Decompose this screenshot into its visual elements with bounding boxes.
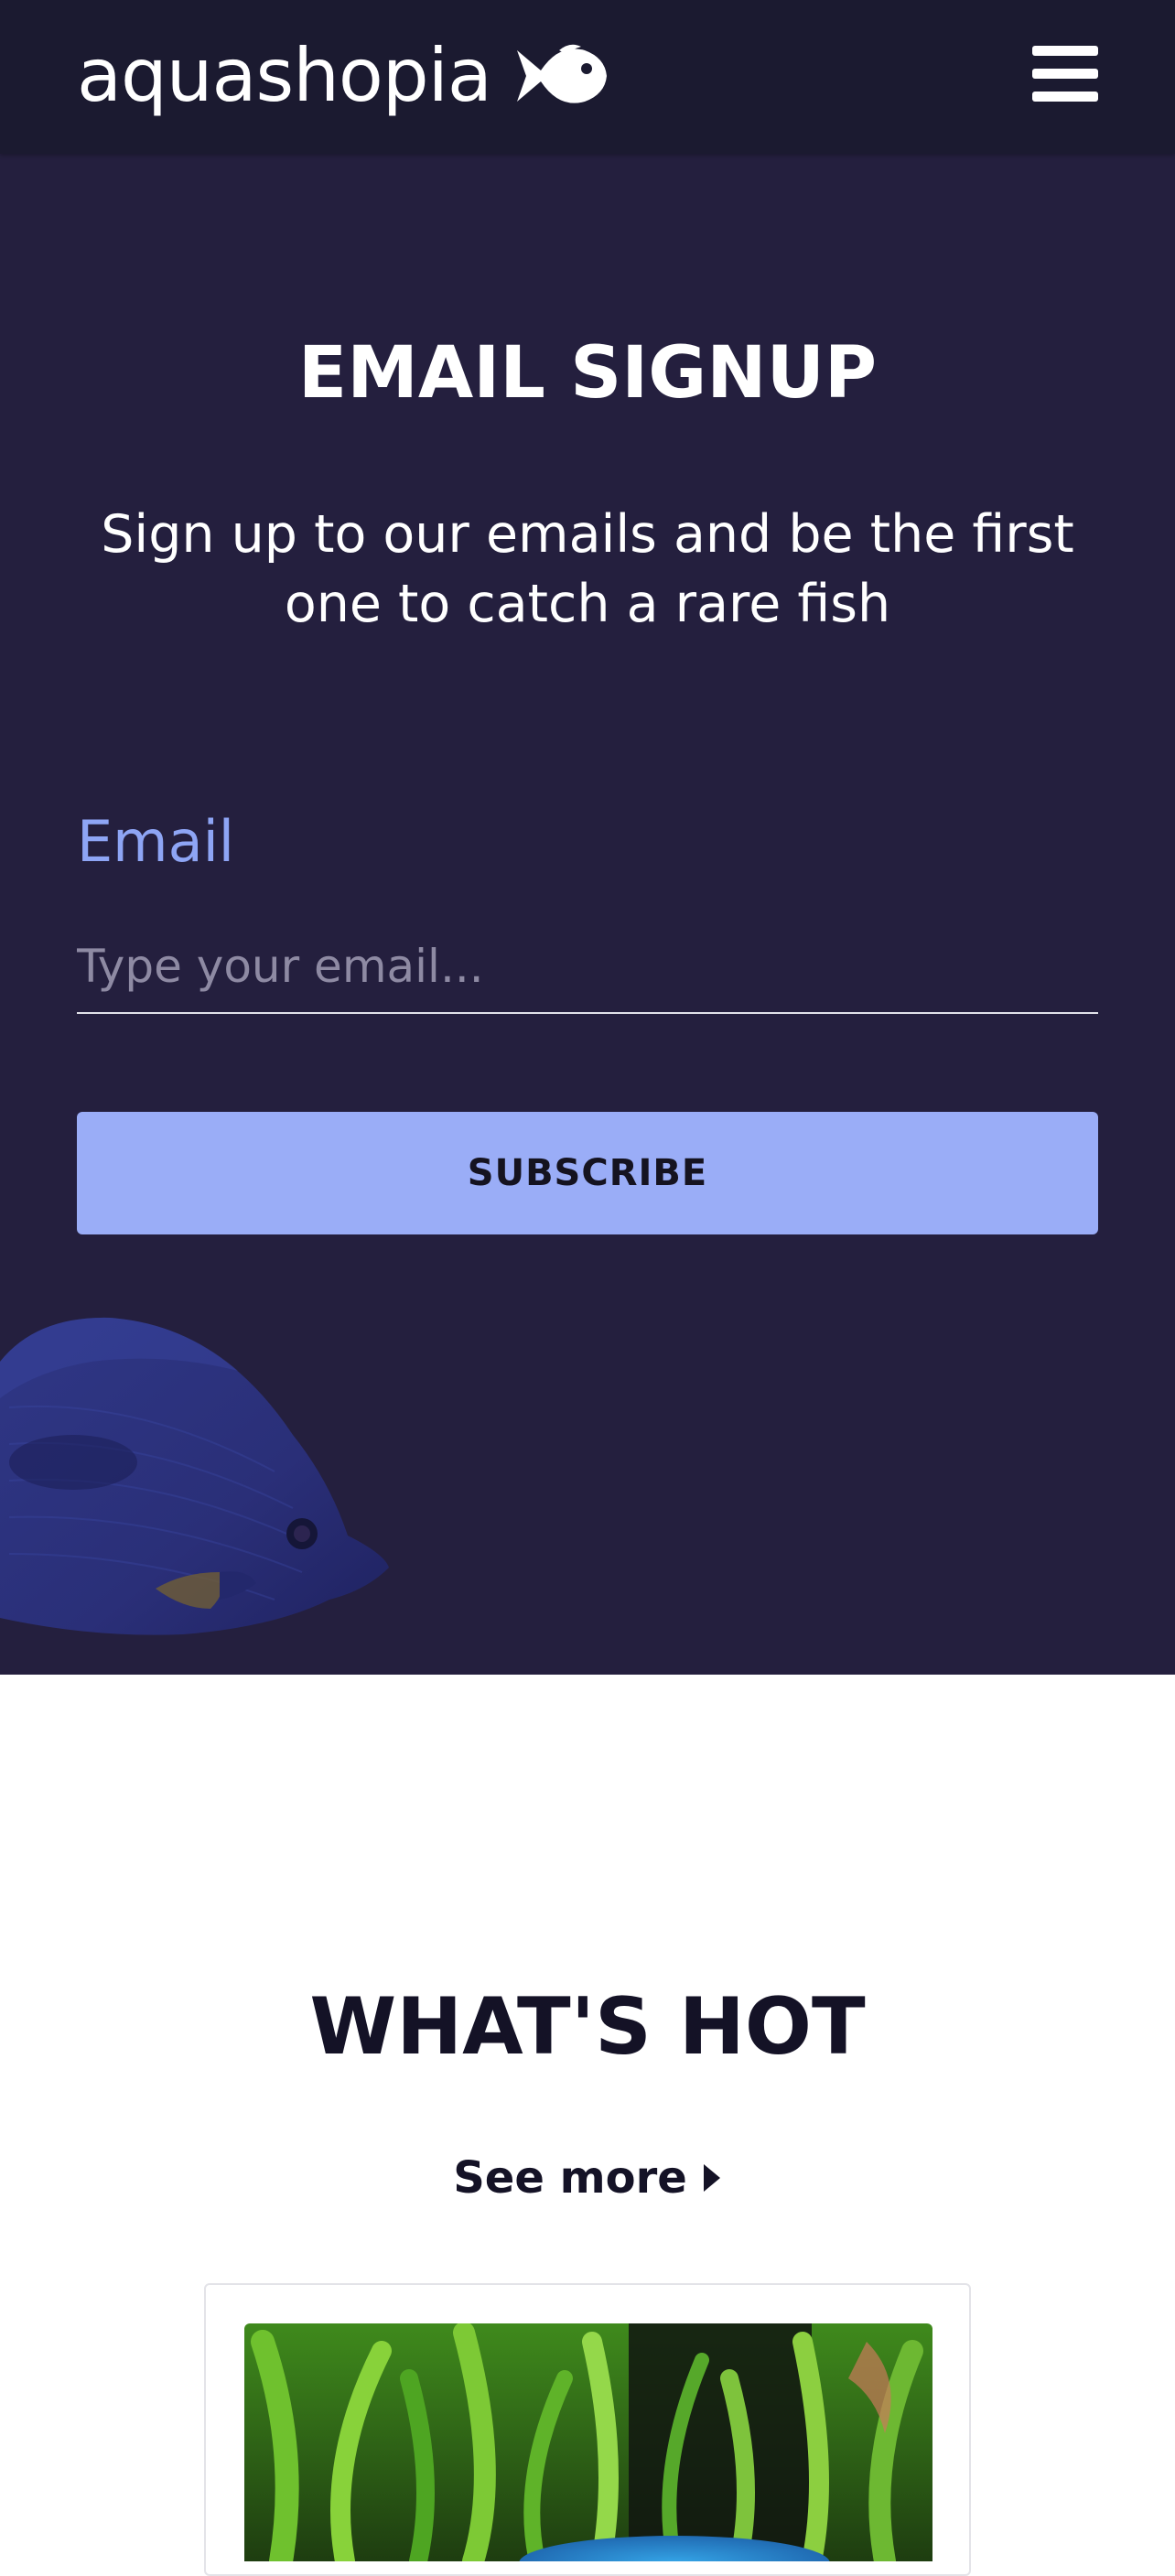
hamburger-menu-icon[interactable] bbox=[1029, 40, 1102, 106]
caret-right-icon bbox=[703, 2164, 720, 2192]
see-more-link[interactable]: See more bbox=[0, 2149, 1175, 2207]
fish-icon bbox=[516, 44, 607, 103]
brand-logo-link[interactable]: aquashopia bbox=[77, 26, 609, 126]
email-field[interactable] bbox=[77, 921, 1098, 1014]
product-image bbox=[244, 2323, 932, 2561]
subscribe-button[interactable]: SUBSCRIBE bbox=[77, 1112, 1098, 1234]
whats-hot-title: WHAT'S HOT bbox=[309, 1981, 866, 2073]
signup-title: EMAIL SIGNUP bbox=[297, 332, 878, 415]
email-signup-section: EMAIL SIGNUP Sign up to our emails and b… bbox=[0, 154, 1175, 1675]
signup-subtitle: Sign up to our emails and be the first o… bbox=[101, 504, 1074, 634]
see-more-label: See more bbox=[453, 2152, 687, 2204]
navbar: aquashopia bbox=[0, 0, 1175, 154]
fish-illustration bbox=[0, 1317, 389, 1635]
email-label: Email bbox=[77, 808, 235, 875]
brand-name: aquashopia bbox=[77, 33, 492, 118]
product-card[interactable] bbox=[204, 2283, 971, 2576]
